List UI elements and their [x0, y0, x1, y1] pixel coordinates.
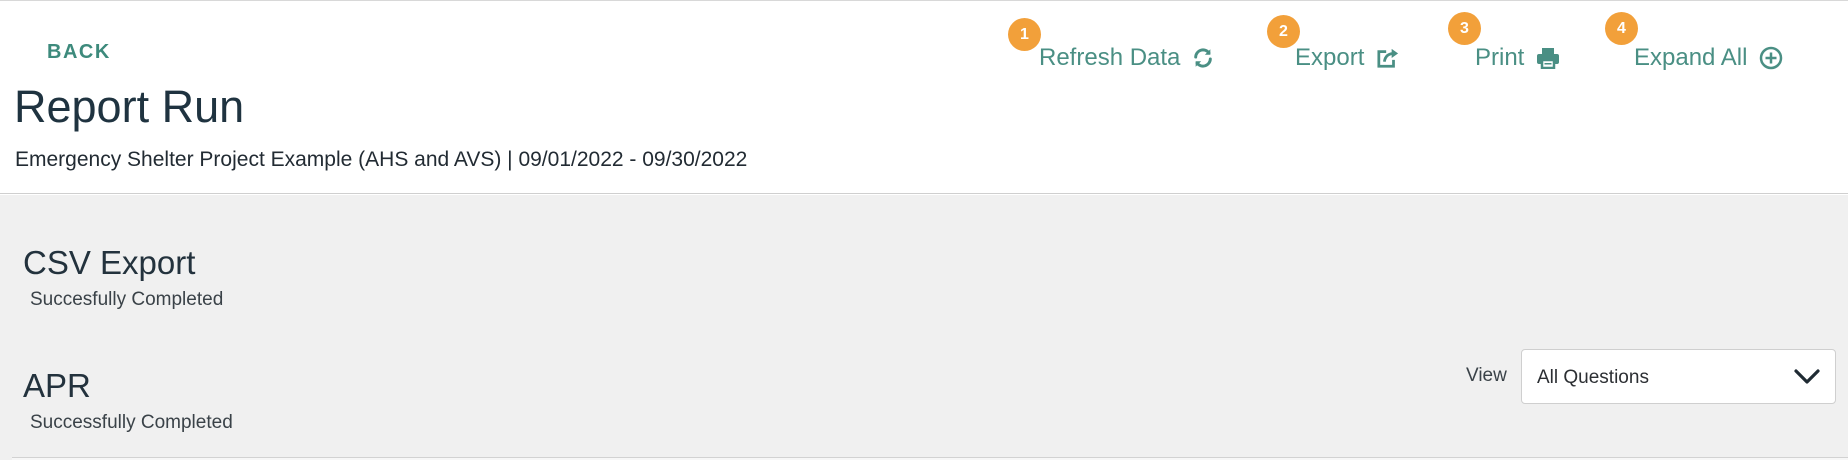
expand-all-button[interactable]: Expand All — [1634, 43, 1783, 73]
view-select-value: All Questions — [1537, 367, 1649, 388]
section-title-apr: APR — [23, 367, 91, 404]
refresh-icon — [1192, 47, 1214, 69]
step-badge-1: 1 — [1008, 18, 1041, 51]
export-label: Export — [1295, 44, 1365, 71]
view-label: View — [1466, 365, 1507, 386]
view-select[interactable]: All Questions — [1521, 349, 1836, 404]
report-sections: CSV Export Succesfully Completed APR Suc… — [0, 195, 1848, 460]
print-label: Print — [1475, 44, 1525, 71]
back-link[interactable]: BACK — [47, 41, 111, 64]
refresh-data-button[interactable]: Refresh Data — [1039, 43, 1214, 73]
chevron-down-icon — [1793, 367, 1821, 392]
page-title: Report Run — [14, 81, 245, 132]
section-status-csv-export: Succesfully Completed — [30, 289, 224, 310]
report-run-page: BACK Report Run Emergency Shelter Projec… — [0, 0, 1848, 460]
print-button[interactable]: Print — [1475, 43, 1560, 73]
step-badge-3: 3 — [1448, 12, 1481, 45]
step-badge-4: 4 — [1605, 12, 1638, 45]
plus-circle-icon — [1759, 46, 1783, 70]
section-status-apr: Successfully Completed — [30, 412, 233, 433]
export-button[interactable]: Export — [1295, 43, 1400, 73]
report-subtitle: Emergency Shelter Project Example (AHS a… — [15, 148, 748, 171]
export-icon — [1376, 47, 1400, 69]
page-header: BACK Report Run Emergency Shelter Projec… — [0, 1, 1848, 194]
refresh-data-label: Refresh Data — [1039, 44, 1181, 71]
print-icon — [1536, 47, 1560, 69]
expand-all-label: Expand All — [1634, 44, 1748, 71]
section-title-csv-export: CSV Export — [23, 244, 196, 281]
